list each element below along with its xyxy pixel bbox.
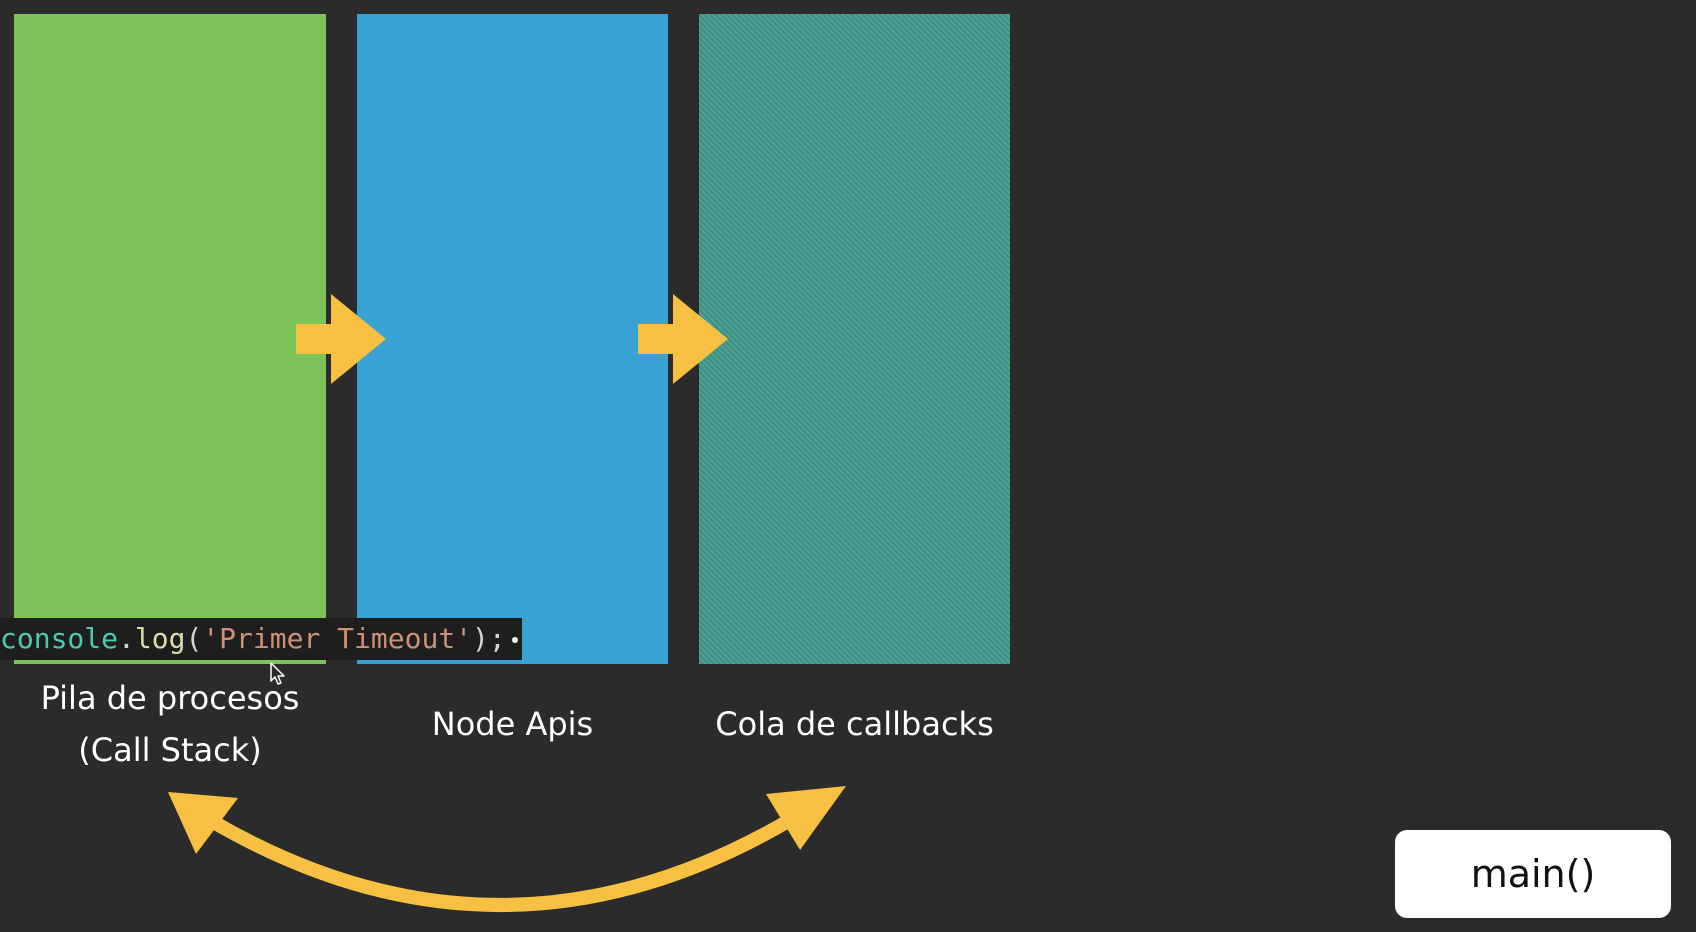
arrow-right-icon xyxy=(296,294,386,384)
node-apis-label: Node Apis xyxy=(431,705,594,743)
callback-queue-label: Cola de callbacks xyxy=(715,705,994,743)
event-loop-diagram: console.log('Primer Timeout'); Pila de p… xyxy=(0,0,1696,932)
node-apis-column xyxy=(357,14,668,664)
main-function-box: main() xyxy=(1395,830,1671,918)
call-stack-label-line1: Pila de procesos xyxy=(40,679,300,717)
curved-double-arrow-icon xyxy=(168,786,846,912)
text-caret xyxy=(511,637,518,643)
code-close: ); xyxy=(472,622,506,655)
arrow-right-icon xyxy=(638,294,728,384)
call-stack-label-line2: (Call Stack) xyxy=(78,731,262,769)
call-stack-label: Pila de procesos (Call Stack) xyxy=(14,672,326,776)
code-identifier: console xyxy=(0,622,119,655)
call-stack-column xyxy=(14,14,326,664)
code-string: 'Primer Timeout' xyxy=(202,622,473,655)
code-function: log xyxy=(134,622,186,655)
callback-queue-column xyxy=(699,14,1010,664)
code-snippet: console.log('Primer Timeout'); xyxy=(0,618,522,660)
code-open-paren: ( xyxy=(185,622,203,655)
code-dot: . xyxy=(118,622,135,655)
